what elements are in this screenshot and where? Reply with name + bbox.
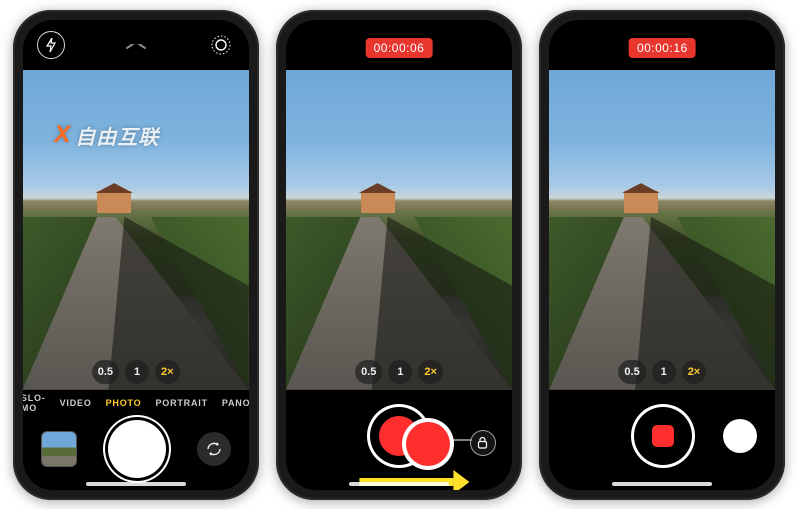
phone-frame: 00:00:16 0.5 1 2× xyxy=(539,10,785,500)
bottom-controls xyxy=(549,390,775,490)
home-indicator[interactable] xyxy=(349,482,449,486)
viewfinder[interactable]: 0.5 1 2× xyxy=(286,70,512,390)
zoom-selector: 0.5 1 2× xyxy=(355,360,443,384)
zoom-level-active[interactable]: 2× xyxy=(155,360,180,384)
screen: 00:00:16 0.5 1 2× xyxy=(549,20,775,490)
bottom-controls xyxy=(23,416,249,490)
flash-button[interactable] xyxy=(37,31,65,59)
viewfinder[interactable]: X 自由互联 0.5 1 2× xyxy=(23,70,249,390)
live-photo-icon xyxy=(210,34,232,56)
phone-frame: X 自由互联 0.5 1 2× SLO-MO VIDEO PHOTO PORTR… xyxy=(13,10,259,500)
zoom-level[interactable]: 1 xyxy=(125,360,149,384)
shutter-dragging[interactable] xyxy=(406,422,450,466)
watermark-text: 自由互联 xyxy=(75,121,159,150)
scene-house xyxy=(624,191,658,213)
phone-frame: 00:00:06 0.5 1 2× xyxy=(276,10,522,500)
zoom-level[interactable]: 0.5 xyxy=(355,360,382,384)
screen: 00:00:06 0.5 1 2× xyxy=(286,20,512,490)
zoom-level[interactable]: 1 xyxy=(388,360,412,384)
lock-icon xyxy=(477,436,488,449)
bottom-controls xyxy=(286,390,512,490)
home-indicator[interactable] xyxy=(86,482,186,486)
drag-arrow-annotation xyxy=(359,472,469,490)
switch-camera-icon xyxy=(205,440,223,458)
mode-slomo[interactable]: SLO-MO xyxy=(23,393,46,413)
zoom-level[interactable]: 0.5 xyxy=(92,360,119,384)
watermark-x: X xyxy=(54,121,71,149)
watermark: X 自由互联 xyxy=(54,121,159,150)
home-indicator[interactable] xyxy=(612,482,712,486)
switch-camera-button[interactable] xyxy=(197,432,231,466)
recording-timer: 00:00:06 xyxy=(366,38,433,58)
live-photo-button[interactable] xyxy=(207,31,235,59)
notch xyxy=(75,20,197,44)
mode-video[interactable]: VIDEO xyxy=(60,398,92,408)
bolt-icon xyxy=(45,38,57,52)
mode-portrait[interactable]: PORTRAIT xyxy=(155,398,207,408)
viewfinder[interactable]: 0.5 1 2× xyxy=(549,70,775,390)
shutter-button[interactable] xyxy=(108,420,166,478)
lock-target[interactable] xyxy=(470,430,496,456)
capture-still-button[interactable] xyxy=(723,419,757,453)
zoom-level[interactable]: 1 xyxy=(652,360,676,384)
zoom-selector: 0.5 1 2× xyxy=(92,360,180,384)
zoom-level-active[interactable]: 2× xyxy=(682,360,707,384)
zoom-selector: 0.5 1 2× xyxy=(618,360,706,384)
scene-house xyxy=(361,191,395,213)
last-photo-thumbnail[interactable] xyxy=(41,431,77,467)
arrow-head-icon xyxy=(453,470,469,490)
recording-timer: 00:00:16 xyxy=(629,38,696,58)
mode-pano[interactable]: PANO xyxy=(222,398,249,408)
zoom-level-active[interactable]: 2× xyxy=(418,360,443,384)
scene-house xyxy=(97,191,131,213)
stop-recording-button[interactable] xyxy=(634,407,692,465)
screen: X 自由互联 0.5 1 2× SLO-MO VIDEO PHOTO PORTR… xyxy=(23,20,249,490)
stop-indicator-icon xyxy=(652,425,674,447)
zoom-level[interactable]: 0.5 xyxy=(618,360,645,384)
mode-selector[interactable]: SLO-MO VIDEO PHOTO PORTRAIT PANO xyxy=(23,390,249,416)
mode-photo[interactable]: PHOTO xyxy=(106,398,142,408)
